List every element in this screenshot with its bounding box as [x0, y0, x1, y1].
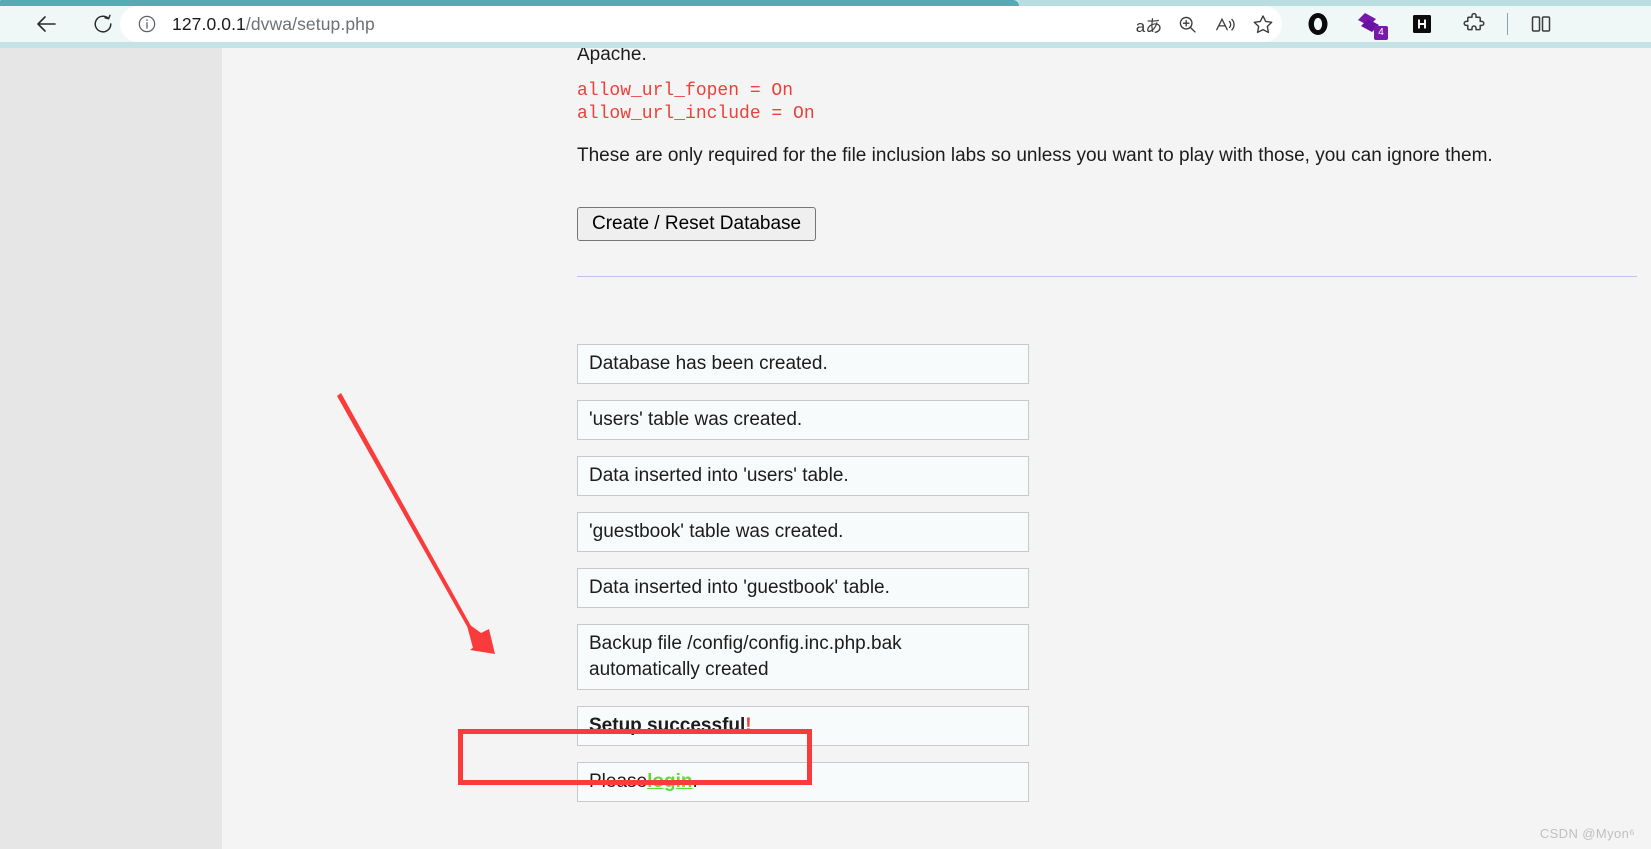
- purple-diamond-extension-icon[interactable]: 4: [1344, 6, 1396, 42]
- h-square-extension-icon[interactable]: [1396, 6, 1448, 42]
- page-viewport: Apache. allow_url_fopen = On allow_url_i…: [0, 48, 1651, 849]
- info-circle-icon[interactable]: [136, 13, 158, 35]
- address-bar[interactable]: 127.0.0.1/dvwa/setup.php: [120, 6, 1282, 42]
- status-row-please-login: Please login.: [577, 762, 1029, 802]
- intro-paragraph: These are only required for the file inc…: [577, 145, 1493, 166]
- read-aloud-translate-icon[interactable]: aあ: [1130, 8, 1168, 40]
- url-path: /dvwa/setup.php: [245, 13, 375, 34]
- status-row: 'guestbook' table was created.: [577, 512, 1029, 552]
- read-aloud-icon[interactable]: [1206, 8, 1244, 40]
- status-text: 'guestbook' table was created.: [589, 521, 844, 542]
- back-arrow-icon[interactable]: [26, 8, 68, 40]
- page-content: Apache. allow_url_fopen = On allow_url_i…: [222, 48, 1651, 849]
- opera-ring-icon[interactable]: [1292, 6, 1344, 42]
- section-divider: [577, 276, 1637, 277]
- setup-successful-text: Setup successful: [589, 715, 746, 736]
- toolbar-divider: [1507, 13, 1508, 35]
- status-row: Data inserted into 'guestbook' table.: [577, 568, 1029, 608]
- split-screen-icon[interactable]: [1515, 6, 1567, 42]
- code-line-allow-url-fopen: allow_url_fopen = On: [577, 81, 794, 101]
- page-left-gutter: [0, 48, 222, 849]
- status-row: 'users' table was created.: [577, 400, 1029, 440]
- url-host: 127.0.0.1: [172, 13, 246, 34]
- url-text: 127.0.0.1/dvwa/setup.php: [172, 14, 375, 35]
- setup-successful-exclamation: !: [745, 715, 752, 736]
- status-row-backup-file: Backup file /config/config.inc.php.bak a…: [577, 624, 1029, 690]
- extension-icons-area: 4: [1292, 6, 1567, 42]
- puzzle-extensions-icon[interactable]: [1448, 6, 1500, 42]
- status-row: Data inserted into 'users' table.: [577, 456, 1029, 496]
- setup-status-list: Database has been created. 'users' table…: [577, 344, 1029, 818]
- csdn-watermark: CSDN @Myon⁶: [1539, 826, 1635, 841]
- status-row: Database has been created.: [577, 344, 1029, 384]
- reload-icon[interactable]: [82, 8, 124, 40]
- browser-chrome: 127.0.0.1/dvwa/setup.php aあ 4: [0, 0, 1651, 48]
- status-text: Database has been created.: [589, 353, 828, 374]
- read-aloud-glyph: aあ: [1135, 16, 1163, 36]
- status-text: 'users' table was created.: [589, 409, 803, 430]
- extension-badge-count: 4: [1374, 26, 1388, 40]
- status-row-setup-successful: Setup successful!: [577, 706, 1029, 746]
- login-link[interactable]: login: [647, 769, 692, 795]
- create-reset-database-button[interactable]: Create / Reset Database: [577, 207, 817, 241]
- status-text: Data inserted into 'users' table.: [589, 465, 849, 486]
- please-text: Please: [589, 771, 648, 792]
- status-text: Backup file /config/config.inc.php.bak a…: [589, 633, 902, 680]
- period-text: .: [692, 771, 698, 792]
- favorite-star-icon[interactable]: [1244, 8, 1282, 40]
- apache-text-line: Apache.: [577, 48, 647, 65]
- status-text: Data inserted into 'guestbook' table.: [589, 577, 890, 598]
- address-bar-actions: aあ: [1130, 6, 1282, 42]
- code-line-allow-url-include: allow_url_include = On: [577, 104, 815, 124]
- zoom-in-icon[interactable]: [1168, 8, 1206, 40]
